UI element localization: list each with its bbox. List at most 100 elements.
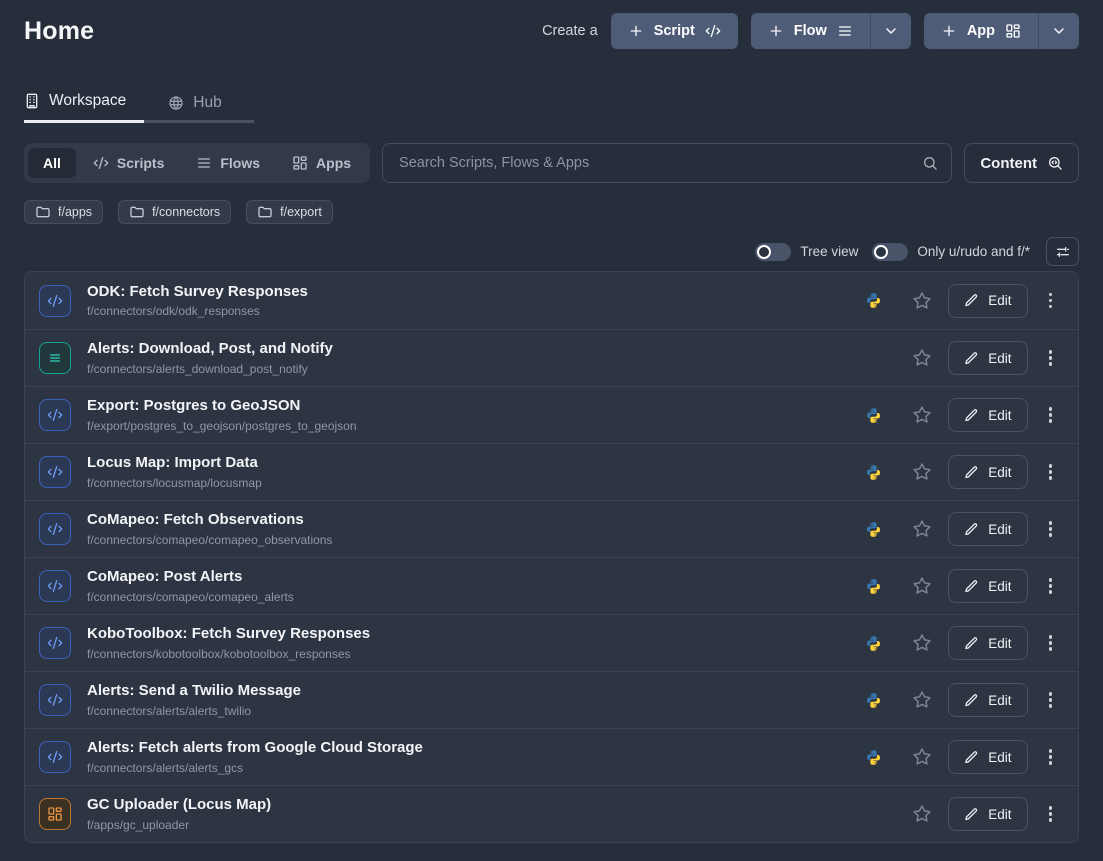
pencil-icon	[964, 807, 979, 822]
app-grid-icon	[292, 155, 308, 171]
tab-workspace-label: Workspace	[49, 92, 126, 110]
pencil-icon	[964, 465, 979, 480]
plus-icon	[941, 23, 957, 39]
favorite-star-button[interactable]	[912, 747, 932, 767]
folder-chips: f/apps f/connectors f/export	[24, 200, 1079, 224]
app-grid-icon	[1005, 23, 1021, 39]
favorite-star-button[interactable]	[912, 519, 932, 539]
edit-button[interactable]: Edit	[948, 512, 1027, 546]
list-item[interactable]: Alerts: Download, Post, and Notify f/con…	[25, 329, 1078, 386]
type-tab-apps[interactable]: Apps	[277, 148, 366, 178]
create-app-dropdown-button[interactable]	[1038, 13, 1079, 49]
folder-chip-export[interactable]: f/export	[246, 200, 333, 224]
create-flow-label: Flow	[794, 23, 827, 39]
edit-button[interactable]: Edit	[948, 797, 1027, 831]
edit-button-label: Edit	[988, 351, 1011, 366]
more-options-button[interactable]	[1041, 402, 1061, 428]
only-user-toggle[interactable]	[872, 243, 908, 261]
search-input[interactable]	[399, 155, 914, 171]
more-options-button[interactable]	[1041, 288, 1061, 314]
edit-button[interactable]: Edit	[948, 569, 1027, 603]
toggle-knob	[874, 245, 888, 259]
type-tab-flows[interactable]: Flows	[181, 148, 275, 178]
edit-button[interactable]: Edit	[948, 284, 1027, 318]
favorite-star-button[interactable]	[912, 804, 932, 824]
favorite-star-button[interactable]	[912, 576, 932, 596]
plus-icon	[768, 23, 784, 39]
script-code-icon	[39, 570, 71, 602]
more-options-button[interactable]	[1041, 573, 1061, 599]
list-item[interactable]: KoboToolbox: Fetch Survey Responses f/co…	[25, 614, 1078, 671]
favorite-star-button[interactable]	[912, 348, 932, 368]
favorite-star-button[interactable]	[912, 690, 932, 710]
content-search-button[interactable]: Content	[964, 143, 1079, 183]
edit-button-label: Edit	[988, 636, 1011, 651]
more-options-button[interactable]	[1041, 459, 1061, 485]
create-flow-button[interactable]: Flow	[751, 13, 870, 49]
create-script-label: Script	[654, 23, 695, 39]
folder-chip-connectors[interactable]: f/connectors	[118, 200, 231, 224]
more-options-button[interactable]	[1041, 345, 1061, 371]
favorite-star-button[interactable]	[912, 291, 932, 311]
tab-workspace[interactable]: Workspace	[24, 92, 144, 123]
create-script-group: Script	[611, 13, 738, 49]
edit-button[interactable]: Edit	[948, 455, 1027, 489]
code-icon	[93, 155, 109, 171]
edit-button[interactable]: Edit	[948, 740, 1027, 774]
type-tab-scripts[interactable]: Scripts	[78, 148, 179, 178]
more-options-button[interactable]	[1041, 687, 1061, 713]
list-item[interactable]: GC Uploader (Locus Map) f/apps/gc_upload…	[25, 785, 1078, 842]
create-actions: Create a Script Flow App	[542, 13, 1079, 49]
python-icon	[865, 521, 882, 538]
list-item[interactable]: CoMapeo: Post Alerts f/connectors/comape…	[25, 557, 1078, 614]
toggle-knob	[757, 245, 771, 259]
folder-icon	[129, 204, 145, 220]
folder-chip-apps[interactable]: f/apps	[24, 200, 103, 224]
edit-button[interactable]: Edit	[948, 683, 1027, 717]
list-item[interactable]: Alerts: Send a Twilio Message f/connecto…	[25, 671, 1078, 728]
pencil-icon	[964, 579, 979, 594]
favorite-star-button[interactable]	[912, 405, 932, 425]
tab-hub[interactable]: Hub	[168, 92, 221, 123]
create-flow-dropdown-button[interactable]	[870, 13, 911, 49]
favorite-star-button[interactable]	[912, 462, 932, 482]
list-item[interactable]: Locus Map: Import Data f/connectors/locu…	[25, 443, 1078, 500]
item-title: Export: Postgres to GeoJSON	[87, 397, 357, 416]
item-title: CoMapeo: Fetch Observations	[87, 511, 332, 530]
star-icon	[912, 804, 932, 824]
flow-lines-icon	[39, 342, 71, 374]
star-icon	[912, 348, 932, 368]
item-path: f/connectors/alerts_download_post_notify	[87, 362, 333, 376]
create-app-group: App	[924, 13, 1079, 49]
star-icon	[912, 633, 932, 653]
more-options-button[interactable]	[1041, 630, 1061, 656]
only-user-label: Only u/rudo and f/*	[917, 244, 1030, 259]
list-item[interactable]: CoMapeo: Fetch Observations f/connectors…	[25, 500, 1078, 557]
more-options-button[interactable]	[1041, 516, 1061, 542]
edit-button-label: Edit	[988, 750, 1011, 765]
display-settings-button[interactable]	[1046, 237, 1079, 266]
list-item[interactable]: Alerts: Fetch alerts from Google Cloud S…	[25, 728, 1078, 785]
item-title: CoMapeo: Post Alerts	[87, 568, 294, 587]
edit-button-label: Edit	[988, 522, 1011, 537]
python-icon	[865, 635, 882, 652]
item-path: f/export/postgres_to_geojson/postgres_to…	[87, 419, 357, 433]
more-options-button[interactable]	[1041, 744, 1061, 770]
item-path: f/connectors/locusmap/locusmap	[87, 476, 262, 490]
list-item[interactable]: Export: Postgres to GeoJSON f/export/pos…	[25, 386, 1078, 443]
edit-button[interactable]: Edit	[948, 341, 1027, 375]
script-code-icon	[39, 513, 71, 545]
create-app-button[interactable]: App	[924, 13, 1038, 49]
favorite-star-button[interactable]	[912, 633, 932, 653]
edit-button[interactable]: Edit	[948, 398, 1027, 432]
tree-view-toggle[interactable]	[755, 243, 791, 261]
list-item[interactable]: ODK: Fetch Survey Responses f/connectors…	[25, 272, 1078, 329]
pencil-icon	[964, 351, 979, 366]
edit-button[interactable]: Edit	[948, 626, 1027, 660]
type-tab-all[interactable]: All	[28, 148, 76, 178]
create-script-button[interactable]: Script	[611, 13, 738, 49]
more-options-button[interactable]	[1041, 801, 1061, 827]
app-grid-icon	[39, 798, 71, 830]
pencil-icon	[964, 750, 979, 765]
type-tab-all-label: All	[43, 155, 61, 171]
